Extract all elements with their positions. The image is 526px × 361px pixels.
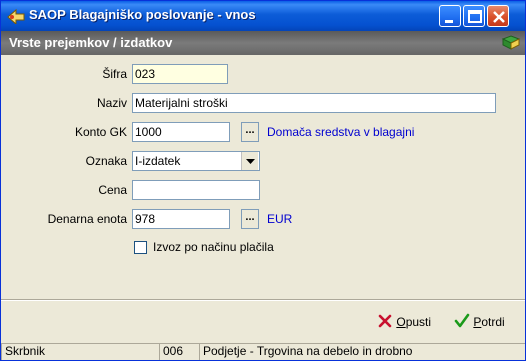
izvoz-checkbox[interactable] (134, 241, 147, 254)
section-header: Vrste prejemkov / izdatkov (1, 31, 525, 55)
button-row: Opusti Potrdi (1, 301, 525, 341)
close-button[interactable] (487, 5, 509, 27)
naziv-label: Naziv (96, 96, 127, 110)
denarna-enota-lookup-button[interactable]: ... (241, 209, 259, 229)
maximize-button[interactable] (463, 5, 485, 27)
izvoz-checkbox-label: Izvoz po načinu plačila (153, 240, 274, 254)
denarna-enota-input[interactable]: 978 (132, 209, 230, 229)
sifra-input[interactable]: 023 (132, 64, 228, 84)
oznaka-label: Oznaka (85, 154, 127, 168)
opusti-label: pusti (405, 315, 432, 329)
konto-gk-description: Domača sredstva v blagajni (267, 125, 415, 139)
form-area: Šifra 023 Naziv Materijalni stroški Kont… (1, 55, 525, 299)
section-title: Vrste prejemkov / izdatkov (9, 35, 173, 50)
cena-input[interactable] (132, 180, 260, 200)
cancel-x-icon (378, 314, 392, 328)
denarna-enota-label: Denarna enota (47, 212, 127, 226)
potrdi-button[interactable]: Potrdi (454, 313, 505, 331)
potrdi-label: otrdi (481, 315, 505, 329)
confirm-check-icon (454, 313, 470, 328)
title-bar[interactable]: SAOP Blagajniško poslovanje - vnos (1, 1, 525, 31)
konto-gk-input[interactable]: 1000 (132, 122, 230, 142)
chevron-down-icon (246, 159, 255, 164)
oznaka-dropdown-button[interactable] (241, 152, 258, 170)
saop-app-icon (7, 8, 25, 26)
konto-gk-lookup-button[interactable]: ... (241, 122, 259, 142)
minimize-button[interactable] (439, 5, 461, 27)
naziv-input[interactable]: Materijalni stroški (132, 93, 496, 113)
status-user: Skrbnik (1, 343, 159, 360)
status-bar: Skrbnik 006 Podjetje - Trgovina na debel… (1, 342, 525, 360)
denarna-enota-description: EUR (267, 212, 293, 226)
dialog-window: SAOP Blagajniško poslovanje - vnos Vrste… (0, 0, 526, 361)
opusti-hotkey: O (396, 315, 406, 329)
konto-gk-label: Konto GK (74, 125, 127, 139)
opusti-button[interactable]: Opusti (377, 313, 431, 331)
help-book-icon[interactable] (501, 35, 521, 51)
status-company-code: 006 (159, 343, 199, 360)
status-company-name: Podjetje - Trgovina na debelo in drobno (199, 343, 525, 360)
oznaka-selected-value: I-izdatek (135, 154, 181, 168)
cena-label: Cena (98, 183, 127, 197)
sifra-label: Šifra (102, 67, 127, 81)
window-title: SAOP Blagajniško poslovanje - vnos (29, 7, 256, 22)
